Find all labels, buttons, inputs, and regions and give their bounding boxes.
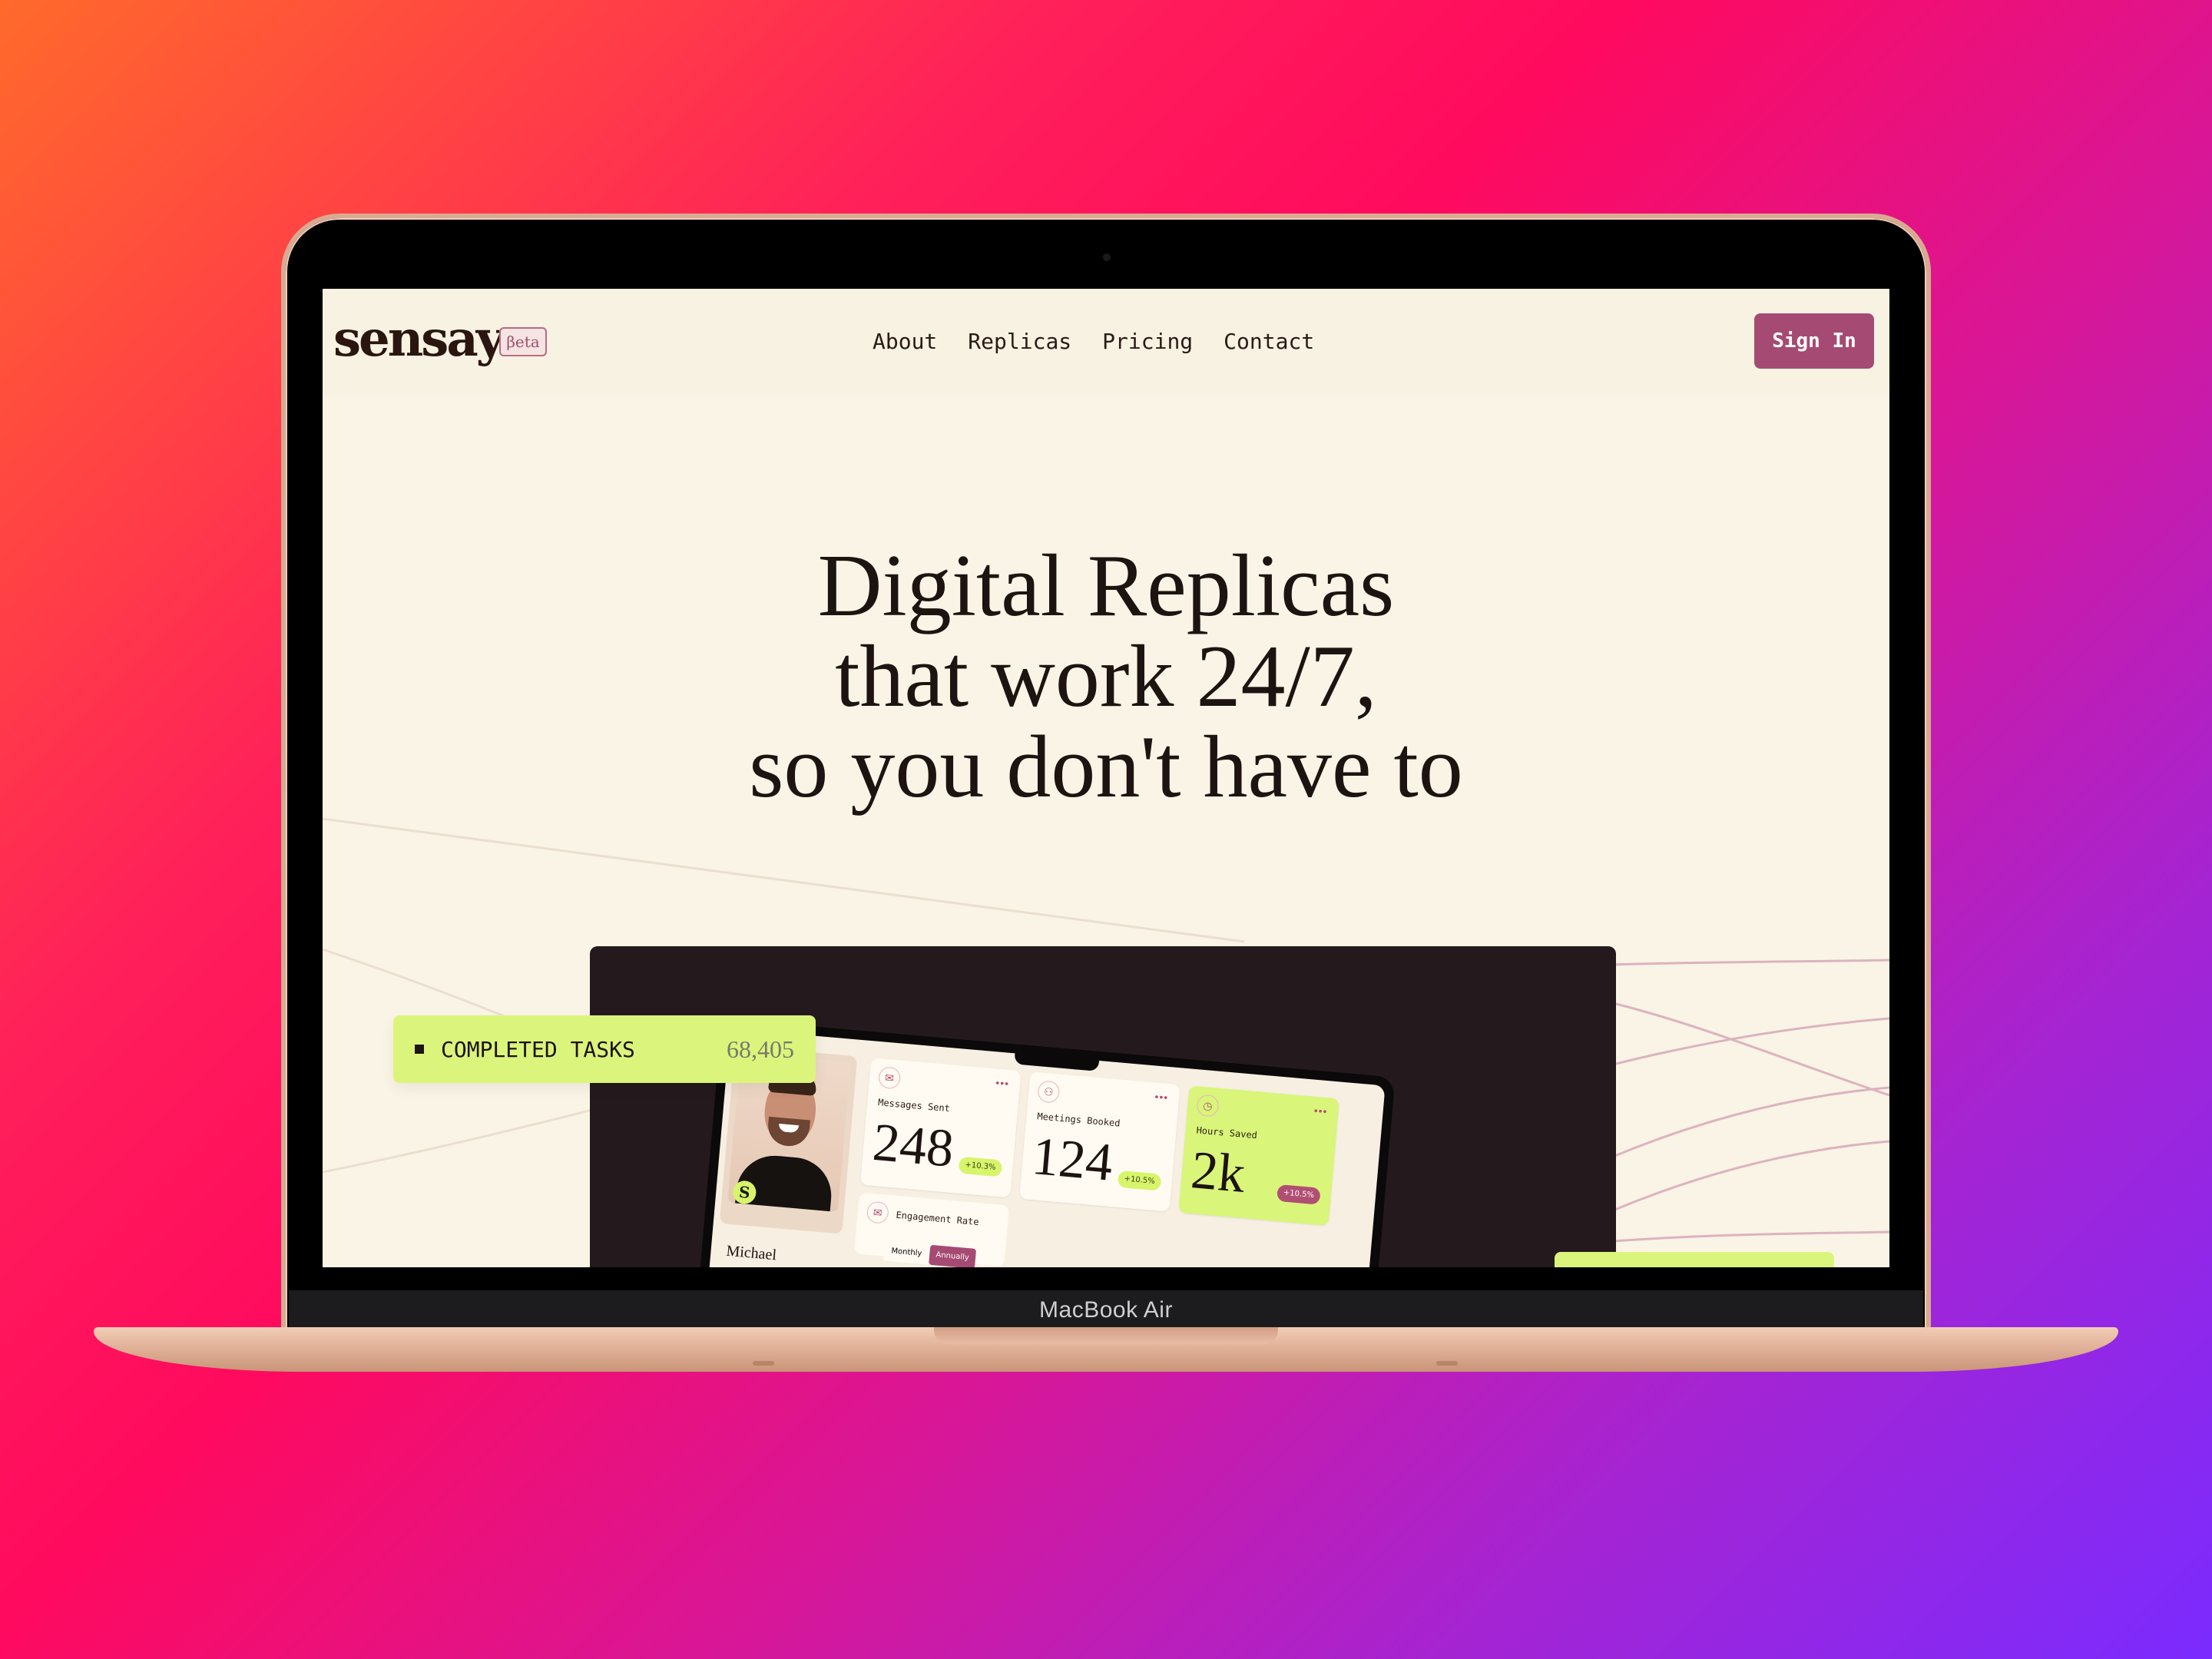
metric-card-meetings: ⚇ ••• Meetings Booked 124 +10.5%: [1019, 1071, 1181, 1212]
mail-icon: ✉: [866, 1200, 889, 1224]
sign-in-button[interactable]: Sign In: [1754, 313, 1874, 369]
metric-change: +10.3%: [958, 1156, 1003, 1177]
clock-icon: ◷: [1196, 1094, 1220, 1118]
nav-links: About Replicas Pricing Contact: [873, 329, 1314, 354]
metric-value: 124: [1029, 1127, 1115, 1193]
camera-dot: [1103, 253, 1111, 261]
more-dots-icon[interactable]: •••: [1313, 1104, 1328, 1118]
metric-value: 2k: [1188, 1141, 1248, 1204]
metric-value: 248: [870, 1112, 956, 1179]
nav-link-replicas[interactable]: Replicas: [968, 329, 1071, 354]
metric-label: Hours Saved: [1196, 1124, 1258, 1141]
lid-opening-groove: [934, 1327, 1278, 1344]
profile-name: Michael: [725, 1242, 777, 1264]
completed-tasks-chip: COMPLETED TASKS 68,405: [393, 1015, 816, 1083]
metric-label: Meetings Booked: [1036, 1111, 1121, 1129]
laptop-foot: [1436, 1361, 1458, 1366]
more-dots-icon[interactable]: •••: [995, 1076, 1010, 1089]
metric-card-messages: ✉ ••• Messages Sent 248 +10.3%: [859, 1058, 1022, 1198]
toggle-monthly[interactable]: Monthly: [882, 1241, 930, 1265]
engagement-label: Engagement Rate: [895, 1209, 980, 1228]
mail-icon: ✉: [877, 1066, 902, 1090]
hero-line-2: that work 24/7,: [835, 628, 1377, 726]
model-label: MacBook Air: [1039, 1297, 1173, 1323]
laptop-foot: [753, 1361, 774, 1366]
logo[interactable]: sensay: [333, 310, 505, 368]
hero-line-3: so you don't have to: [749, 718, 1463, 816]
floating-chip: [1555, 1252, 1834, 1267]
nav-link-about[interactable]: About: [873, 329, 937, 354]
metric-label: Messages Sent: [877, 1097, 951, 1114]
metric-change: +10.5%: [1277, 1184, 1321, 1205]
top-nav: sensay βeta About Replicas Pricing Conta…: [323, 289, 1889, 396]
people-icon: ⚇: [1037, 1080, 1061, 1104]
browser-screen: sensay βeta About Replicas Pricing Conta…: [323, 289, 1889, 1267]
completed-tasks-value: 68,405: [727, 1035, 794, 1063]
hero-line-1: Digital Replicas: [817, 537, 1395, 635]
more-dots-icon[interactable]: •••: [1154, 1091, 1169, 1104]
completed-tasks-label: COMPLETED TASKS: [441, 1037, 635, 1062]
nav-link-contact[interactable]: Contact: [1224, 329, 1314, 354]
metric-change: +10.5%: [1117, 1170, 1162, 1191]
square-bullet-icon: [415, 1045, 424, 1054]
hero-title: Digital Replicas that work 24/7, so you …: [323, 541, 1889, 813]
beta-badge: βeta: [499, 327, 547, 356]
metric-card-hours: ◷ ••• Hours Saved 2k +10.5%: [1178, 1085, 1339, 1226]
nav-link-pricing[interactable]: Pricing: [1102, 329, 1193, 354]
toggle-annually[interactable]: Annually: [929, 1244, 977, 1267]
